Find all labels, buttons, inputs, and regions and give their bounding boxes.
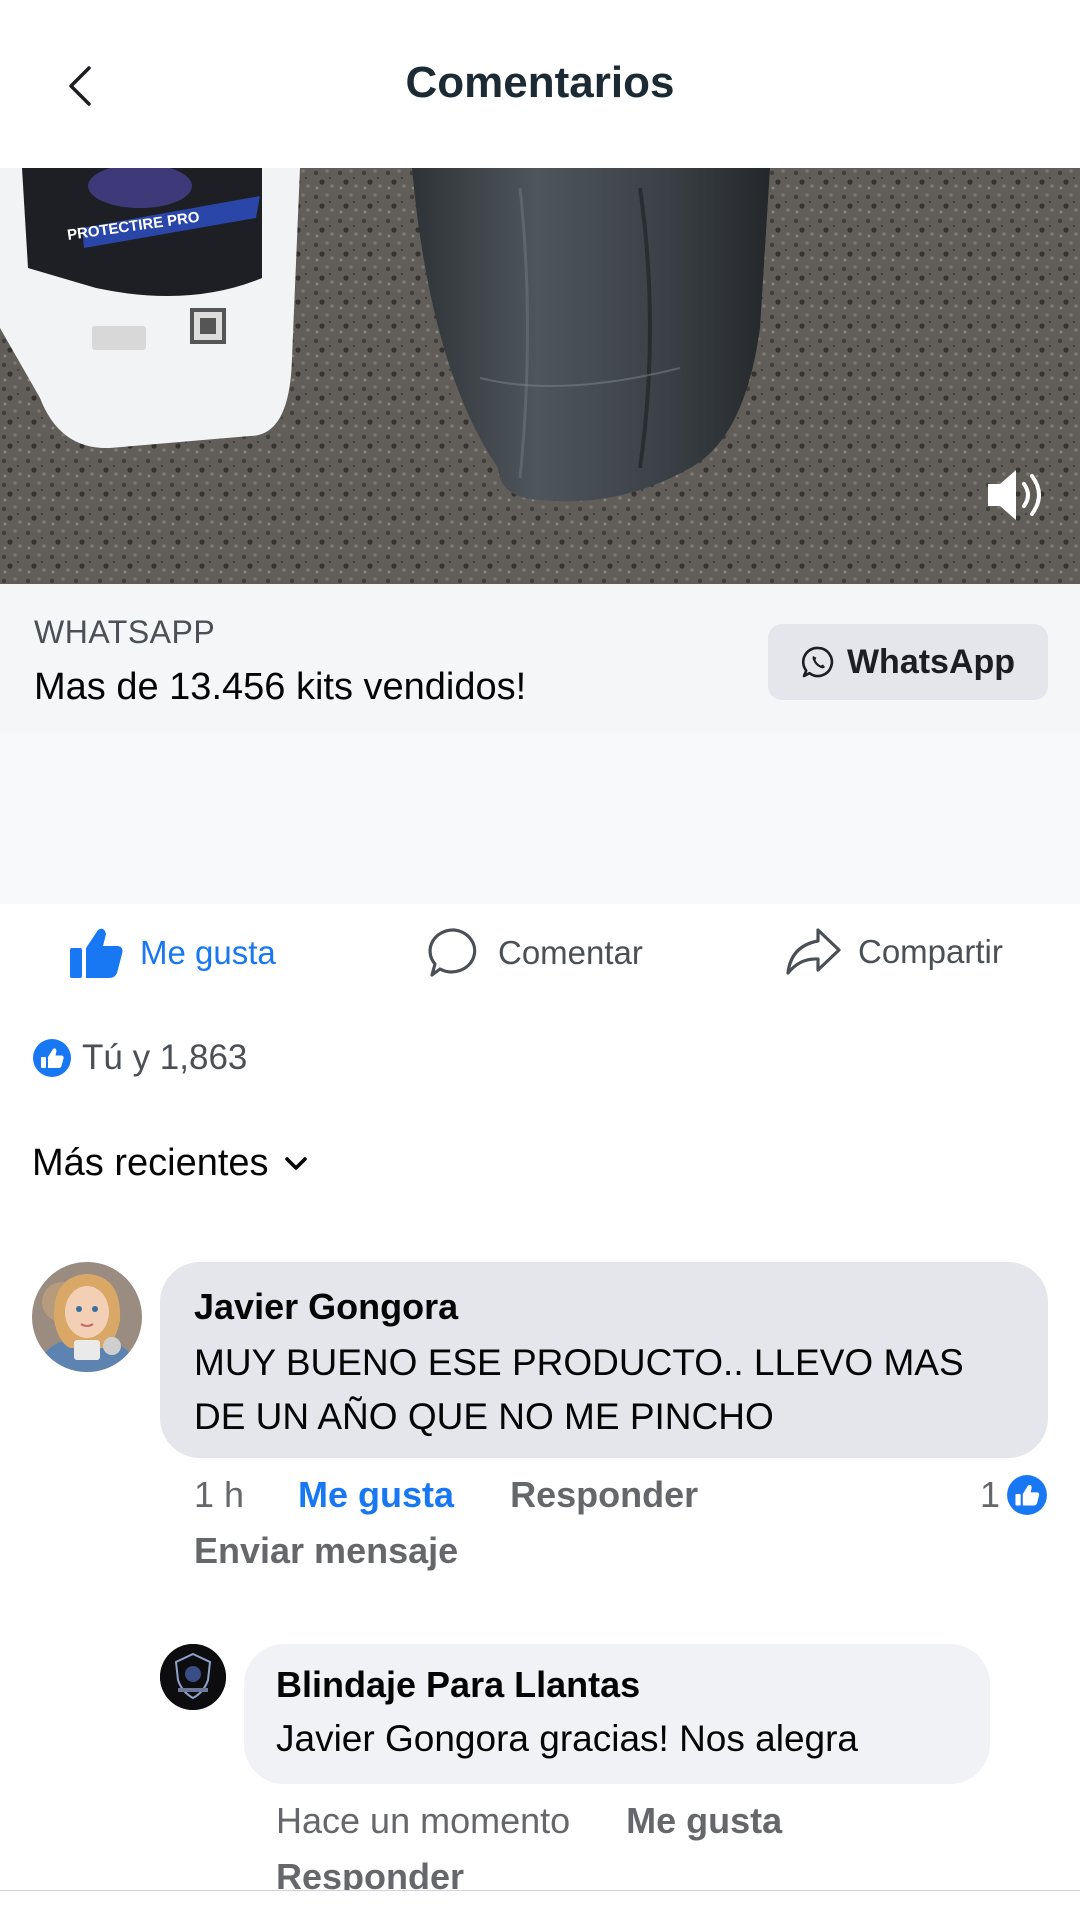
comment-bubble[interactable]: Javier Gongora MUY BUENO ESE PRODUCTO.. … <box>160 1262 1048 1458</box>
reactions-count: Tú y 1,863 <box>82 1038 248 1077</box>
reply-time: Hace un momento <box>276 1800 571 1841</box>
comment-composer-edge <box>0 1890 1080 1920</box>
share-icon <box>786 928 841 975</box>
share-button-label: Compartir <box>858 933 1003 970</box>
reply-text: Javier Gongora gracias! Nos alegra <box>276 1718 859 1759</box>
sort-label: Más recientes <box>32 1142 269 1184</box>
send-message-button[interactable]: Enviar mensaje <box>194 1530 458 1572</box>
comment-button[interactable]: Comentar <box>426 926 643 980</box>
comment-like-count-value: 1 <box>979 1474 1000 1515</box>
post-actions: Me gusta Comentar Compartir <box>0 904 1080 1004</box>
comment-text: MUY BUENO ESE PRODUCTO.. LLEVO MAS DE UN… <box>194 1342 964 1437</box>
comment-reply-button[interactable]: Responder <box>510 1474 698 1516</box>
avatar-image <box>32 1262 142 1372</box>
thumbs-up-icon <box>70 928 123 978</box>
reply-like-button[interactable]: Me gusta <box>626 1800 782 1842</box>
reply-bubble[interactable]: Blindaje Para Llantas Javier Gongora gra… <box>244 1644 990 1784</box>
ad-source: WHATSAPP <box>34 614 216 650</box>
ad-call-to-action: WHATSAPP Mas de 13.456 kits vendidos! Wh… <box>0 584 1080 732</box>
page-avatar[interactable] <box>160 1644 226 1710</box>
ad-headline: Mas de 13.456 kits vendidos! <box>34 666 527 708</box>
page-title: Comentarios <box>405 58 675 107</box>
comment-like-button[interactable]: Me gusta <box>298 1474 454 1516</box>
whatsapp-button[interactable]: WhatsApp <box>768 624 1048 700</box>
comment-meta: 1 h Me gusta Responder <box>194 1474 698 1516</box>
like-button-label: Me gusta <box>140 934 276 971</box>
sound-toggle[interactable] <box>982 464 1052 524</box>
ad-video[interactable]: PROTECTIRE PRO <box>0 168 1080 584</box>
spacer <box>0 732 1080 904</box>
comment-like-count[interactable]: 1 <box>980 1474 1048 1516</box>
avatar[interactable] <box>32 1262 142 1372</box>
whatsapp-icon <box>801 646 834 678</box>
like-reaction-icon <box>1007 1475 1047 1515</box>
comment-author[interactable]: Javier Gongora <box>194 1284 1014 1330</box>
whatsapp-button-label: WhatsApp <box>846 642 1016 681</box>
comment-time: 1 h <box>194 1474 245 1515</box>
speaker-icon <box>988 470 1041 520</box>
reply-meta: Hace un momento Me gusta <box>276 1800 782 1842</box>
comment-button-label: Comentar <box>498 934 643 971</box>
comment-icon <box>428 928 477 977</box>
sort-dropdown[interactable]: Más recientes <box>32 1142 309 1185</box>
reactions-summary[interactable]: Tú y 1,863 <box>32 1038 247 1078</box>
chevron-down-icon <box>284 1156 307 1170</box>
like-button[interactable]: Me gusta <box>68 926 276 980</box>
share-button[interactable]: Compartir <box>784 926 1003 978</box>
top-bar: Comentarios <box>0 0 1080 168</box>
reply-author[interactable]: Blindaje Para Llantas <box>276 1662 958 1708</box>
page-avatar-image <box>160 1644 226 1710</box>
like-reaction-icon <box>33 1039 71 1077</box>
video-frame: PROTECTIRE PRO <box>0 168 1080 584</box>
